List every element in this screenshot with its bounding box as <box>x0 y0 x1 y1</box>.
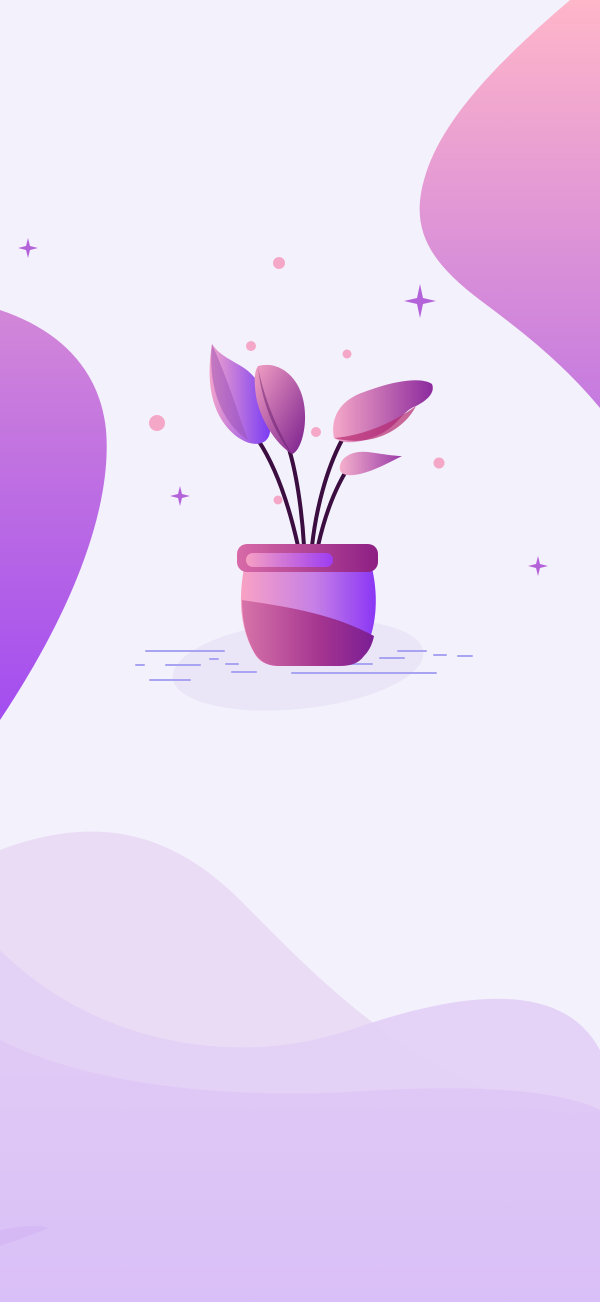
splash-illustration <box>0 0 600 1302</box>
splash-screen <box>0 0 600 1302</box>
